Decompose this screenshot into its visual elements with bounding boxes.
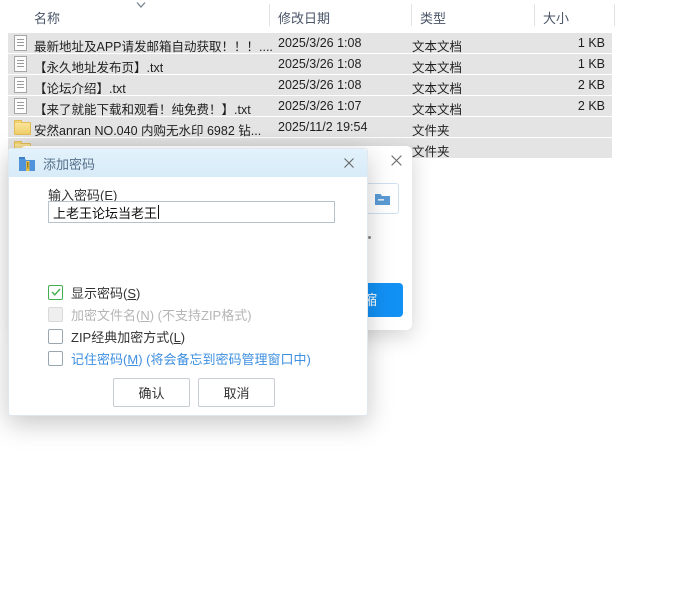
folder-browse-icon — [374, 192, 391, 206]
checkbox-unchecked-icon — [48, 351, 63, 366]
file-date: 2025/3/26 1:08 — [278, 57, 361, 71]
column-header-name[interactable]: 名称 — [34, 8, 60, 27]
file-type: 文本文档 — [412, 99, 462, 118]
column-header-date[interactable]: 修改日期 — [278, 8, 330, 27]
file-row[interactable]: 【来了就能下载和观看！纯免费！】.txt 2025/3/26 1:07 文本文档… — [8, 96, 612, 116]
checkbox-label: 加密文件名(N) (不支持ZIP格式) — [71, 305, 252, 324]
dialog-title: 添加密码 — [43, 154, 95, 173]
checkbox-remember-password[interactable]: 记住密码(M) (将会备忘到密码管理窗口中) — [48, 350, 311, 366]
text-file-icon — [14, 98, 27, 114]
truncated-text-dot — [368, 236, 371, 239]
add-password-dialog: 添加密码 输入密码(E) 上老王论坛当老王 显示密码(S) 加密文件名(N) (… — [8, 148, 368, 416]
file-size: 1 KB — [578, 57, 605, 71]
file-type: 文本文档 — [412, 36, 462, 55]
text-file-icon — [14, 77, 27, 93]
file-name: 【论坛介绍】.txt — [34, 78, 126, 97]
checkbox-unchecked-icon — [48, 329, 63, 344]
file-type: 文件夹 — [412, 120, 450, 139]
file-type: 文本文档 — [412, 57, 462, 76]
close-icon[interactable] — [340, 154, 358, 172]
text-file-icon — [14, 56, 27, 72]
file-type: 文本文档 — [412, 78, 462, 97]
file-date: 2025/3/26 1:08 — [278, 78, 361, 92]
text-caret — [158, 205, 159, 219]
checkbox-zip-classic-encryption[interactable]: ZIP经典加密方式(L) — [48, 328, 185, 344]
file-name: 最新地址及APP请发邮箱自动获取！！！.... — [34, 36, 272, 55]
file-row[interactable]: 【永久地址发布页】.txt 2025/3/26 1:08 文本文档 1 KB — [8, 54, 612, 74]
file-row[interactable]: 【论坛介绍】.txt 2025/3/26 1:08 文本文档 2 KB — [8, 75, 612, 95]
checkbox-disabled-icon — [48, 307, 63, 322]
checkbox-label: 记住密码(M) (将会备忘到密码管理窗口中) — [71, 349, 311, 368]
file-type: 文件夹 — [412, 141, 450, 160]
checkbox-checked-icon — [48, 285, 63, 300]
cancel-button[interactable]: 取消 — [198, 378, 275, 407]
text-file-icon — [14, 35, 27, 51]
checkbox-show-password[interactable]: 显示密码(S) — [48, 284, 140, 300]
file-name: 【永久地址发布页】.txt — [34, 57, 163, 76]
column-divider[interactable] — [534, 4, 535, 26]
file-date: 2025/3/26 1:07 — [278, 99, 361, 113]
file-name: 【来了就能下载和观看！纯免费！】.txt — [34, 99, 251, 118]
column-divider[interactable] — [614, 4, 615, 26]
explorer-window: 名称 修改日期 类型 大小 最新地址及APP请发邮箱自动获取！！！.... 20… — [0, 0, 688, 613]
column-divider[interactable] — [411, 4, 412, 26]
browse-folder-button[interactable] — [366, 183, 399, 214]
checkbox-encrypt-filenames: 加密文件名(N) (不支持ZIP格式) — [48, 306, 252, 322]
password-value: 上老王论坛当老王 — [53, 203, 157, 222]
zip-archive-icon — [18, 156, 36, 171]
close-icon[interactable] — [387, 151, 405, 169]
file-date: 2025/3/26 1:08 — [278, 36, 361, 50]
folder-icon — [14, 122, 31, 135]
file-size: 2 KB — [578, 99, 605, 113]
checkbox-label: 显示密码(S) — [71, 283, 140, 302]
file-row[interactable]: 最新地址及APP请发邮箱自动获取！！！.... 2025/3/26 1:08 文… — [8, 33, 612, 53]
confirm-button[interactable]: 确认 — [113, 378, 190, 407]
sort-chevron-down-icon — [135, 1, 147, 9]
password-input[interactable]: 上老王论坛当老王 — [48, 201, 335, 223]
file-name: 安然anran NO.040 内购无水印 6982 钻... — [34, 120, 261, 139]
file-size: 2 KB — [578, 78, 605, 92]
file-size: 1 KB — [578, 36, 605, 50]
checkbox-label: ZIP经典加密方式(L) — [71, 327, 185, 346]
file-row[interactable]: 安然anran NO.040 内购无水印 6982 钻... 2025/11/2… — [8, 117, 612, 137]
file-date: 2025/11/2 19:54 — [278, 120, 367, 134]
column-header-size[interactable]: 大小 — [543, 8, 569, 27]
dialog-titlebar[interactable]: 添加密码 — [9, 149, 367, 177]
column-header-type[interactable]: 类型 — [420, 8, 446, 27]
column-divider[interactable] — [269, 4, 270, 26]
